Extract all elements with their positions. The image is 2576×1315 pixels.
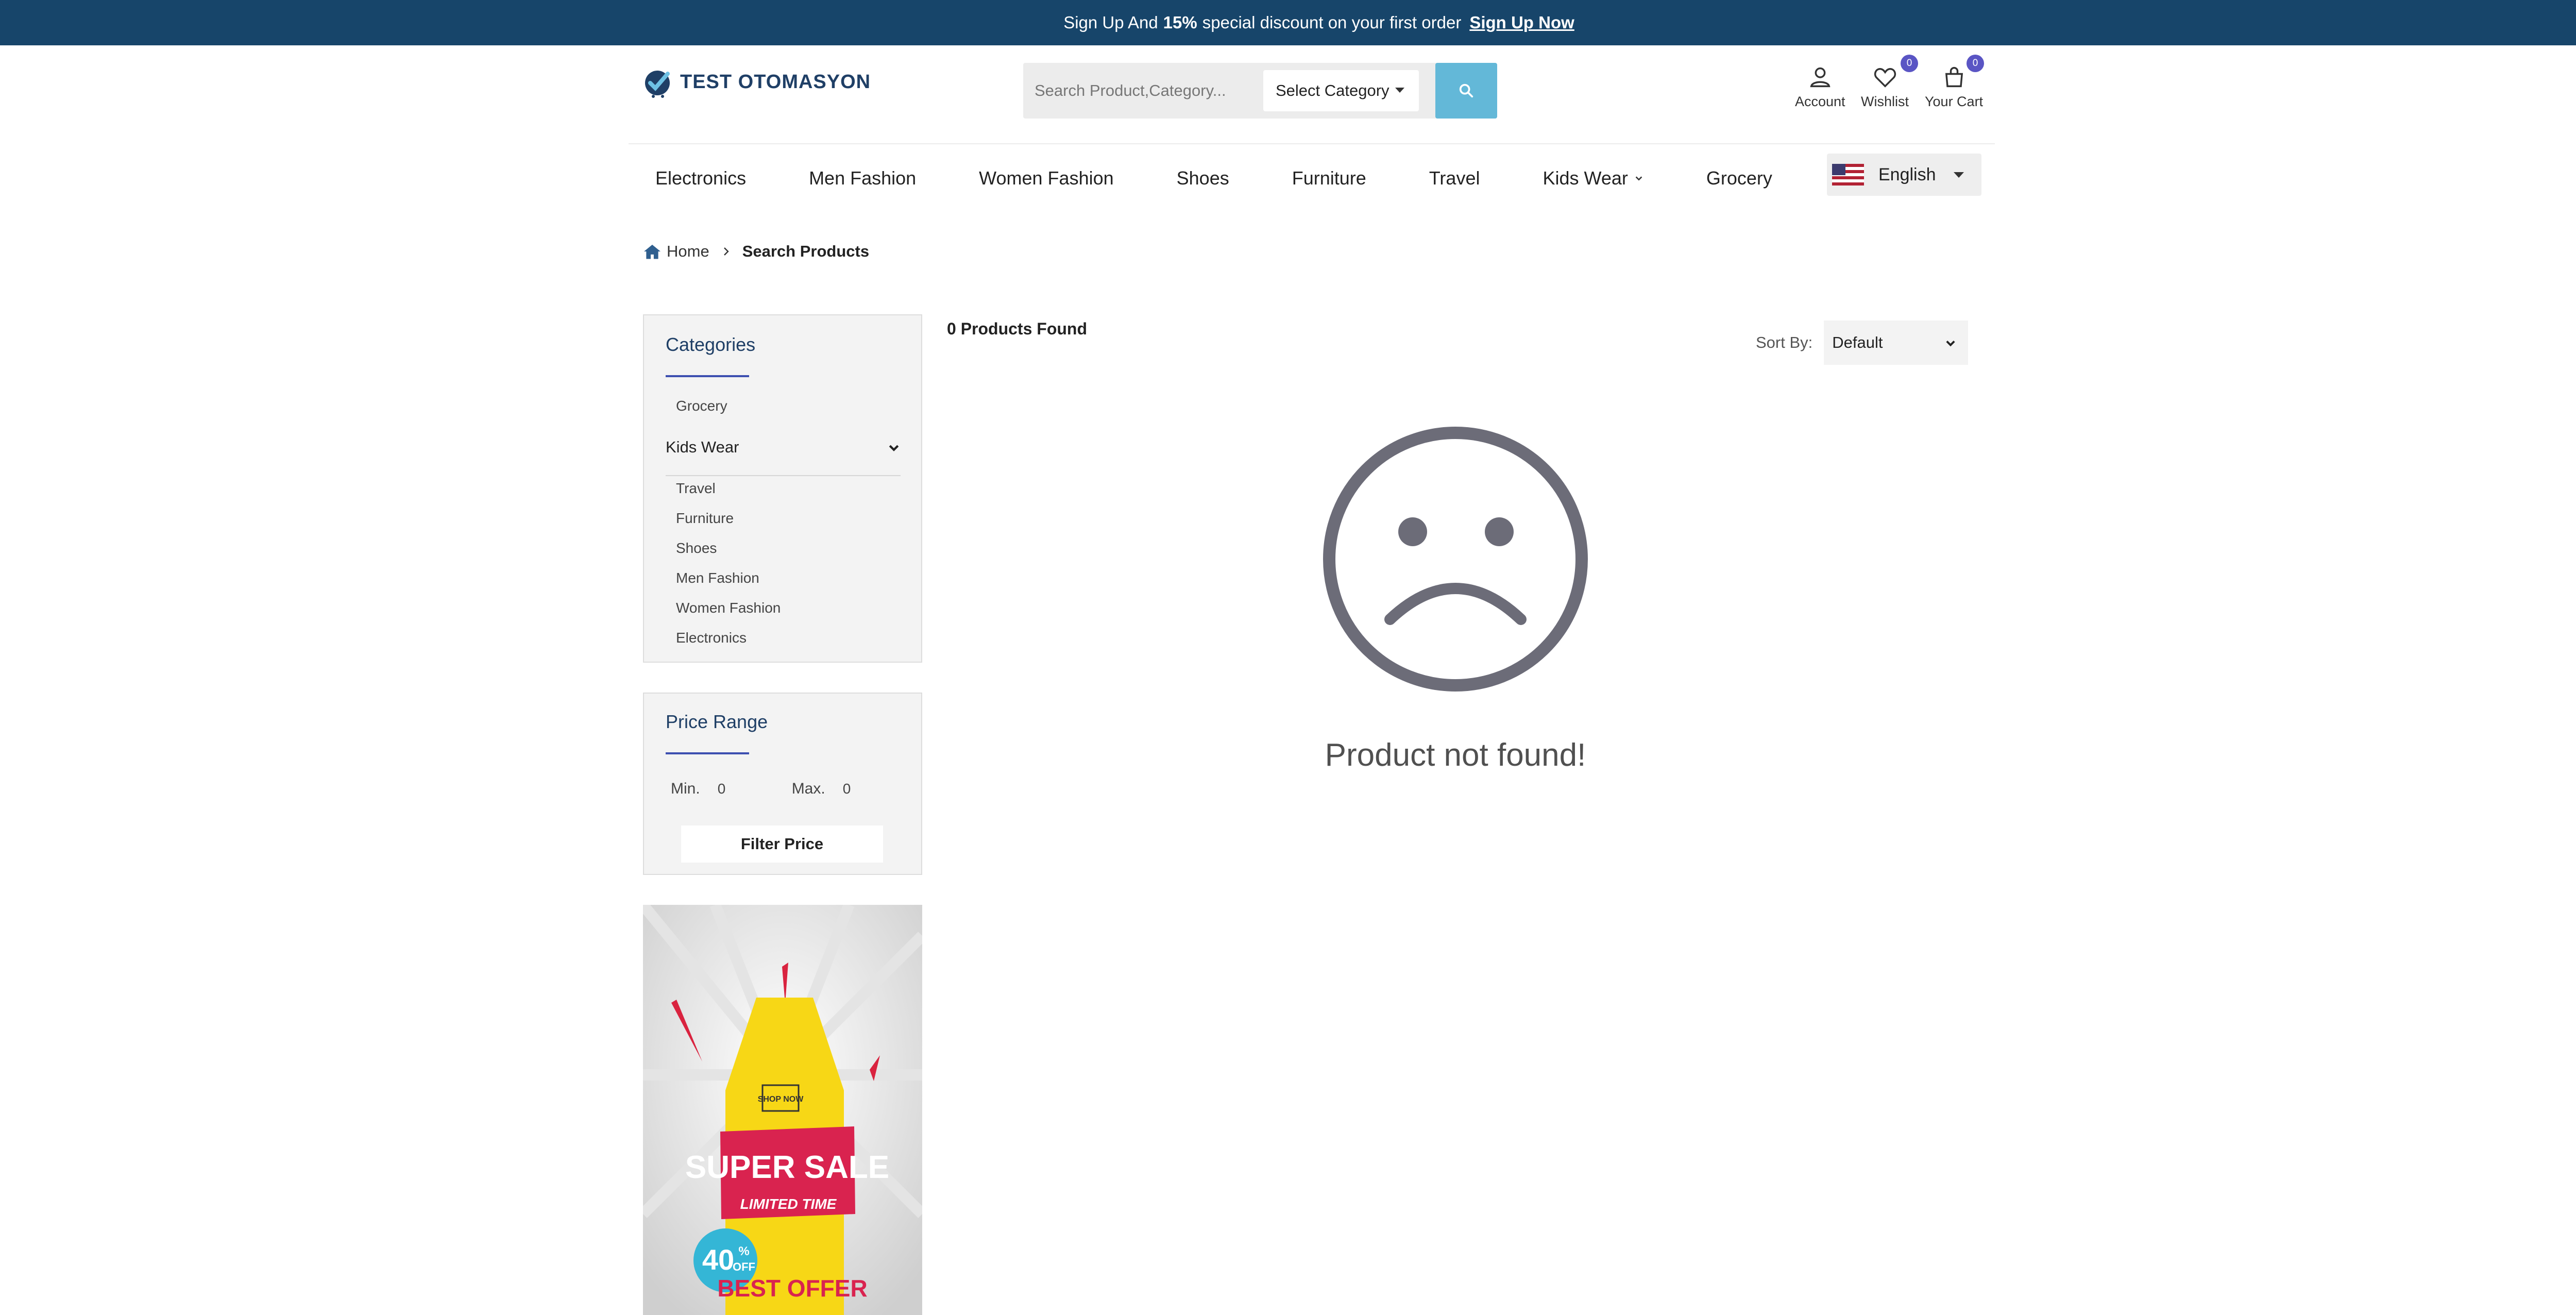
category-item-kids-wear[interactable]: Kids Wear: [666, 438, 901, 457]
cart-link[interactable]: 0 Your Cart: [1925, 55, 1985, 110]
search-bar: Select Category: [1023, 63, 1497, 119]
nav-item-men-fashion[interactable]: Men Fashion: [809, 167, 916, 189]
sort-control: Sort By: Default: [1756, 321, 1969, 365]
header-divider: [629, 143, 1995, 144]
chevron-right-icon: [723, 247, 729, 256]
max-price-label: Max.: [791, 780, 825, 797]
categories-panel: Categories Grocery Kids Wear Travel Furn…: [643, 314, 922, 663]
promo-banner[interactable]: SHOP NOW SUPER SALE LIMITED TIME 40 % OF…: [643, 905, 922, 1315]
chevron-down-icon: [889, 445, 899, 451]
bag-icon: [1945, 66, 1963, 88]
account-link[interactable]: Account: [1795, 64, 1845, 110]
limited-time-text: LIMITED TIME: [740, 1196, 837, 1212]
cart-label: Your Cart: [1925, 94, 1984, 109]
best-offer-text: BEST OFFER: [717, 1275, 867, 1302]
search-icon: [1459, 83, 1473, 98]
category-item-electronics[interactable]: Electronics: [676, 630, 747, 646]
brand-name: TEST OTOMASYON: [680, 71, 871, 93]
user-icon: [1810, 67, 1831, 88]
min-price-label: Min.: [671, 780, 700, 797]
breadcrumb-current: Search Products: [742, 242, 870, 260]
min-price-input[interactable]: [717, 776, 779, 802]
category-divider: [666, 475, 901, 476]
sort-label: Sort By:: [1756, 333, 1813, 351]
nav-item-women-fashion[interactable]: Women Fashion: [979, 167, 1113, 189]
categories-title: Categories: [666, 334, 756, 355]
sort-value: Default: [1832, 333, 1883, 351]
category-item-travel[interactable]: Travel: [676, 480, 716, 497]
shop-now-text: SHOP NOW: [758, 1095, 804, 1104]
announcement-bar: Sign Up And 15% special discount on your…: [0, 0, 2576, 45]
nav-item-electronics[interactable]: Electronics: [655, 167, 746, 189]
chevron-down-icon: [1946, 341, 1955, 347]
discount-symbol-text: %: [738, 1244, 749, 1258]
chevron-down-icon: [1635, 176, 1642, 181]
announcement-suffix: special discount on your first order: [1202, 13, 1462, 32]
home-icon: [644, 244, 660, 259]
category-select-label: Select Category: [1276, 81, 1389, 99]
category-select[interactable]: Select Category: [1263, 70, 1419, 111]
sad-face-icon: [1323, 427, 1588, 692]
category-item-furniture[interactable]: Furniture: [676, 510, 734, 527]
nav-item-furniture[interactable]: Furniture: [1292, 167, 1366, 189]
breadcrumb: Home Search Products: [643, 242, 869, 261]
super-sale-text: SUPER SALE: [685, 1150, 889, 1185]
main-nav: Electronics Men Fashion Women Fashion Sh…: [655, 163, 1835, 194]
wishlist-label: Wishlist: [1861, 94, 1909, 109]
discount-percent-text: 40: [702, 1243, 734, 1276]
price-inputs: Min. Max.: [671, 776, 917, 802]
price-range-panel: Price Range Min. Max. Filter Price: [643, 693, 922, 875]
wishlist-count-badge: 0: [1901, 55, 1918, 72]
search-button[interactable]: [1435, 63, 1497, 119]
announcement-discount: 15%: [1163, 13, 1197, 32]
category-item-grocery[interactable]: Grocery: [676, 398, 727, 414]
nav-item-travel[interactable]: Travel: [1429, 167, 1480, 189]
search-input[interactable]: [1035, 76, 1292, 105]
category-item-shoes[interactable]: Shoes: [676, 540, 717, 557]
category-kids-wear-label: Kids Wear: [666, 438, 739, 456]
categories-underline: [666, 375, 749, 377]
empty-state-message: Product not found!: [1325, 737, 1586, 773]
wishlist-link[interactable]: 0 Wishlist: [1861, 55, 1918, 110]
nav-item-kids-wear-label: Kids Wear: [1543, 167, 1628, 189]
caret-down-icon: [1395, 88, 1404, 93]
sort-select[interactable]: Default: [1824, 321, 1969, 365]
nav-item-shoes[interactable]: Shoes: [1177, 167, 1229, 189]
language-select[interactable]: English: [1827, 154, 1981, 196]
price-range-underline: [666, 752, 749, 754]
cart-count-badge: 0: [1967, 55, 1985, 72]
account-label: Account: [1795, 94, 1845, 109]
announcement-prefix: Sign Up And: [1063, 13, 1158, 32]
site-logo[interactable]: TEST OTOMASYON: [642, 64, 871, 100]
results-count: 0 Products Found: [947, 319, 1087, 338]
promo-banner-art: SHOP NOW SUPER SALE LIMITED TIME 40 % OF…: [643, 905, 922, 1315]
max-price-input[interactable]: [842, 776, 905, 802]
nav-item-grocery[interactable]: Grocery: [1706, 167, 1772, 189]
category-item-women-fashion[interactable]: Women Fashion: [676, 600, 781, 616]
us-flag-icon: [1832, 164, 1864, 186]
filter-price-button[interactable]: Filter Price: [681, 825, 883, 863]
discount-off-text: OFF: [733, 1260, 755, 1273]
logo-cart-icon: [645, 71, 670, 98]
language-label: English: [1878, 164, 1936, 184]
breadcrumb-home[interactable]: Home: [667, 242, 709, 261]
caret-down-icon: [1954, 172, 1964, 178]
price-range-title: Price Range: [666, 711, 768, 732]
heart-icon: [1874, 68, 1896, 88]
nav-item-kids-wear[interactable]: Kids Wear: [1543, 167, 1643, 189]
category-item-men-fashion[interactable]: Men Fashion: [676, 570, 759, 586]
signup-link[interactable]: Sign Up Now: [1469, 13, 1574, 32]
